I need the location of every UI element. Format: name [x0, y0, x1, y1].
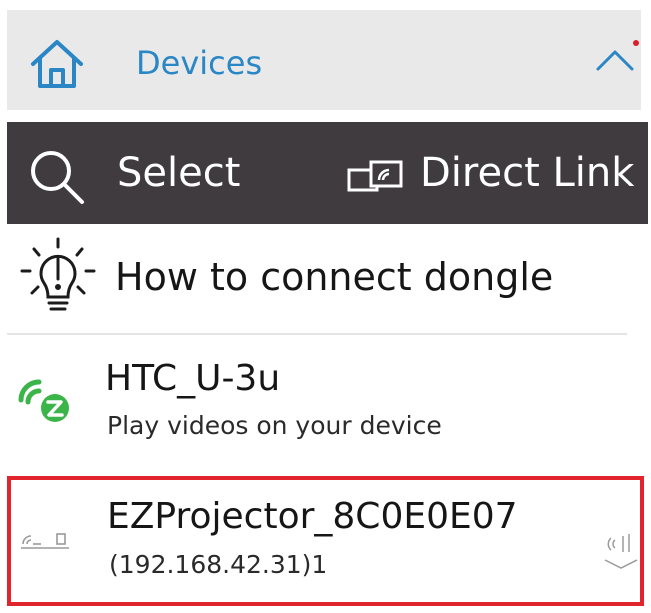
direct-link-button[interactable]: Direct Link [420, 150, 634, 196]
ezcast-icon [15, 378, 75, 428]
top-bar: Devices [7, 10, 641, 110]
direct-link-icon[interactable] [347, 160, 407, 198]
search-icon[interactable] [27, 147, 87, 211]
help-link[interactable]: How to connect dongle [115, 255, 553, 299]
notification-dot [633, 40, 639, 46]
chevron-up-icon[interactable] [595, 48, 635, 76]
device-name: EZProjector_8C0E0E07 [107, 496, 518, 537]
device-name: HTC_U-3u [105, 358, 281, 399]
action-toolbar: Select Direct Link [7, 122, 648, 224]
projector-icon [19, 530, 75, 556]
signal-icon [601, 522, 641, 574]
divider [7, 333, 627, 335]
device-subtitle: (192.168.42.31)1 [109, 550, 328, 579]
device-row-selected[interactable]: EZProjector_8C0E0E07 (192.168.42.31)1 [7, 476, 644, 606]
select-button[interactable]: Select [117, 150, 240, 196]
home-icon[interactable] [29, 38, 85, 94]
lightbulb-icon [18, 237, 98, 325]
device-row[interactable]: HTC_U-3u Play videos on your device [7, 338, 648, 468]
device-subtitle: Play videos on your device [107, 411, 442, 440]
page-title: Devices [136, 44, 263, 82]
help-row[interactable]: How to connect dongle [7, 227, 648, 333]
